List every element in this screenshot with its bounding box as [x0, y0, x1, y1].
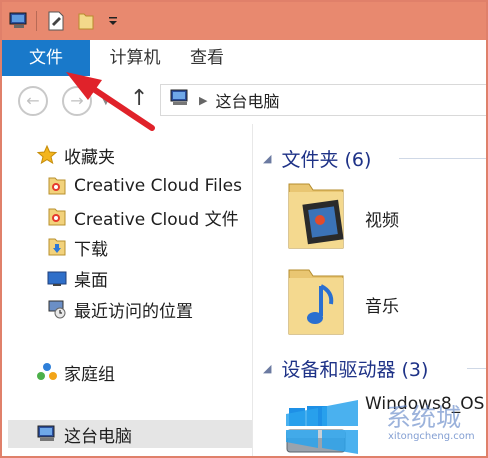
- desktop-icon: [46, 267, 68, 289]
- collapse-triangle-icon[interactable]: ◢: [263, 152, 271, 165]
- homegroup-icon: [36, 361, 58, 383]
- explorer-window: 文件 计算机 查看 ← → ▼ ↑ ▶ 这台电脑 收藏夹 Creative Cl…: [0, 0, 488, 458]
- up-button[interactable]: ↑: [130, 86, 148, 111]
- nav-item-this-pc[interactable]: 这台电脑: [8, 420, 252, 448]
- address-path: 这台电脑: [215, 92, 280, 111]
- nav-item-recent-places[interactable]: 最近访问的位置: [46, 295, 193, 323]
- up-arrow-icon: ↑: [130, 86, 149, 111]
- group-divider-line: [399, 158, 486, 159]
- music-folder-icon: [285, 264, 349, 344]
- back-arrow-icon: ←: [26, 91, 40, 110]
- nav-item-creative-cloud-wenjian[interactable]: Creative Cloud 文件: [46, 203, 239, 231]
- computer-icon: [36, 423, 58, 445]
- new-folder-icon[interactable]: [76, 10, 96, 32]
- navigation-pane: 收藏夹 Creative Cloud Files Creative Cloud …: [2, 124, 252, 456]
- computer-icon: [169, 89, 191, 111]
- creative-cloud-folder-icon: [46, 175, 68, 197]
- collapse-triangle-icon[interactable]: ◢: [263, 362, 271, 375]
- window-menu-icon[interactable]: [8, 10, 30, 32]
- nav-item-downloads[interactable]: 下载: [46, 233, 108, 261]
- videos-folder-icon: [285, 178, 349, 258]
- folder-tile-music[interactable]: 音乐: [285, 264, 485, 346]
- recent-locations-chevron-icon[interactable]: ▼: [102, 96, 110, 107]
- group-divider-line: [467, 368, 486, 369]
- ribbon-tabs: 文件 计算机 查看: [2, 40, 486, 77]
- address-bar[interactable]: ▶ 这台电脑: [160, 84, 486, 116]
- nav-item-favorites[interactable]: 收藏夹: [36, 141, 115, 169]
- group-header-devices[interactable]: ◢ 设备和驱动器 (3): [263, 352, 428, 384]
- folder-tile-videos[interactable]: 视频: [285, 178, 485, 260]
- watermark: 系统城 xitongcheng.com: [282, 396, 482, 454]
- windows-logo-icon: [286, 400, 358, 454]
- breadcrumb-chevron-icon[interactable]: ▶: [199, 94, 207, 107]
- tab-computer[interactable]: 计算机: [102, 40, 168, 76]
- forward-arrow-icon: →: [70, 91, 84, 110]
- address-row: ← → ▼ ↑ ▶ 这台电脑: [2, 76, 486, 125]
- recent-places-icon: [46, 298, 68, 320]
- nav-item-desktop[interactable]: 桌面: [46, 264, 108, 292]
- properties-icon[interactable]: [46, 10, 66, 32]
- title-bar: [2, 2, 486, 40]
- forward-button[interactable]: →: [62, 86, 92, 116]
- group-header-folders[interactable]: ◢ 文件夹 (6): [263, 142, 371, 174]
- creative-cloud-folder-icon: [46, 206, 68, 228]
- nav-item-creative-cloud-files[interactable]: Creative Cloud Files: [46, 172, 242, 200]
- back-button[interactable]: ←: [18, 86, 48, 116]
- nav-item-homegroup[interactable]: 家庭组: [36, 358, 115, 386]
- favorites-star-icon: [36, 144, 58, 166]
- tab-file[interactable]: 文件: [2, 40, 90, 76]
- download-folder-icon: [46, 236, 68, 258]
- tab-view[interactable]: 查看: [182, 40, 232, 76]
- customize-toolbar-icon[interactable]: [106, 10, 120, 32]
